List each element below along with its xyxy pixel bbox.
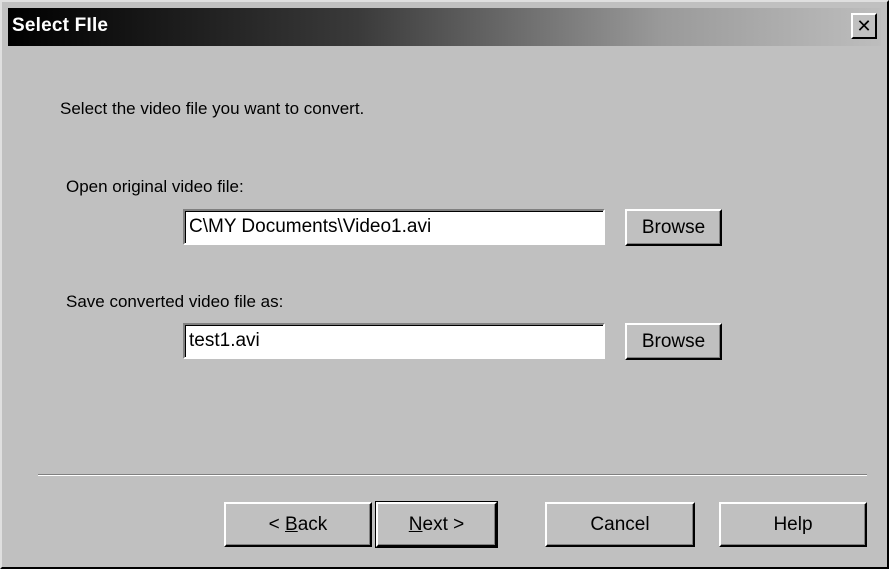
next-label: Next >	[408, 513, 465, 535]
cancel-button[interactable]: Cancel	[545, 502, 695, 547]
browse-save-button[interactable]: Browse	[625, 323, 722, 360]
cancel-label: Cancel	[590, 513, 650, 535]
open-file-label: Open original video file:	[66, 177, 244, 196]
next-button[interactable]: Next >	[375, 501, 498, 548]
select-file-dialog: Select FIle ✕ Select the video file you …	[0, 0, 889, 569]
browse-open-label: Browse	[641, 216, 706, 238]
help-button[interactable]: Help	[719, 502, 867, 547]
footer-separator	[38, 474, 867, 476]
browse-open-button[interactable]: Browse	[625, 209, 722, 246]
browse-save-label: Browse	[641, 330, 706, 352]
save-file-label: Save converted video file as:	[66, 292, 284, 311]
close-icon: ✕	[856, 16, 872, 36]
title-bar[interactable]: Select FIle ✕	[8, 8, 881, 46]
window-title: Select FIle	[12, 15, 109, 36]
help-label: Help	[773, 513, 813, 535]
save-file-input[interactable]	[183, 323, 605, 359]
instructions-text: Select the video file you want to conver…	[60, 99, 365, 118]
back-button[interactable]: < Back	[224, 502, 372, 547]
close-button[interactable]: ✕	[851, 13, 877, 39]
back-label: < Back	[268, 513, 328, 535]
open-file-input[interactable]	[183, 209, 605, 245]
